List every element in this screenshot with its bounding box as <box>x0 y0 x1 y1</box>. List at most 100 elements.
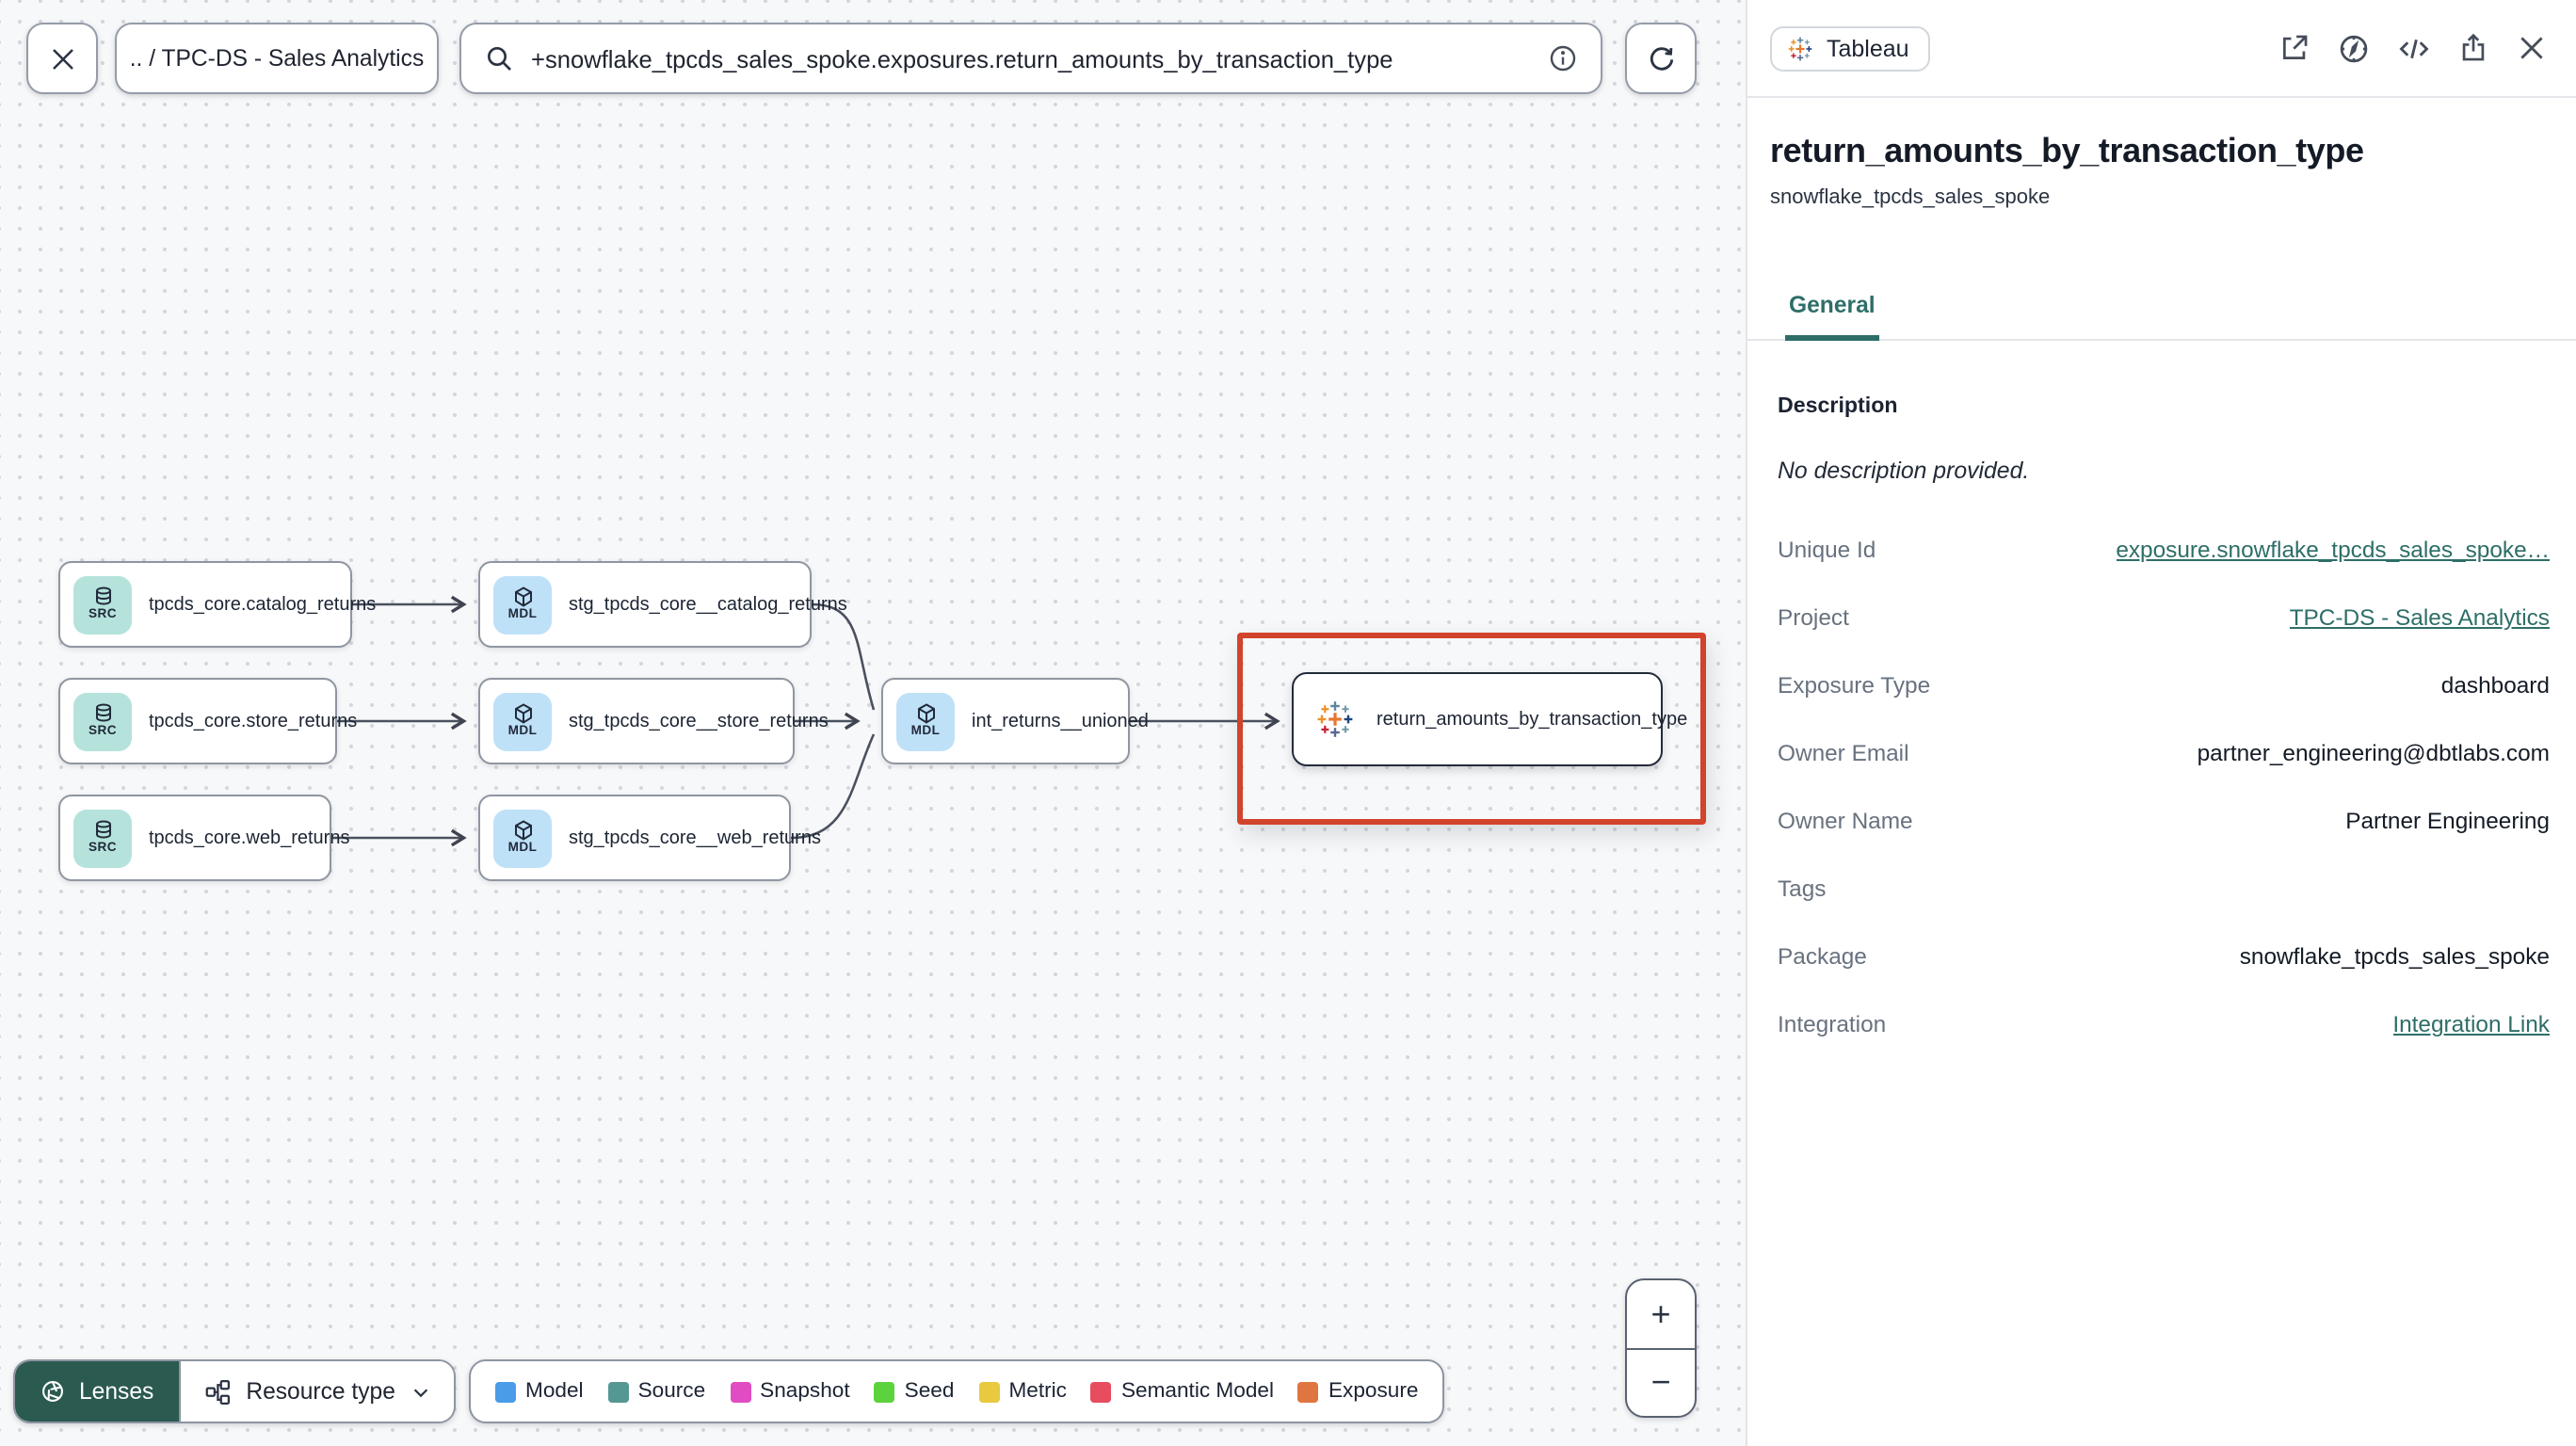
source-badge: SRC <box>73 692 132 750</box>
field-row-project: Project TPC-DS - Sales Analytics <box>1778 604 2550 631</box>
cube-icon <box>917 703 934 724</box>
node-label: stg_tpcds_core__catalog_returns <box>569 594 847 615</box>
database-icon <box>95 586 110 605</box>
field-row-exposure-type: Exposure Type dashboard <box>1778 672 2550 699</box>
cube-icon <box>514 703 531 724</box>
zoom-in-button[interactable]: + <box>1627 1280 1695 1347</box>
refresh-icon <box>1649 46 1673 70</box>
node-label: tpcds_core.catalog_returns <box>149 594 377 615</box>
resource-title: return_amounts_by_transaction_type <box>1770 132 2364 169</box>
lineage-search[interactable] <box>459 23 1602 94</box>
source-swatch <box>607 1381 629 1402</box>
database-icon <box>95 820 110 839</box>
node-label: return_amounts_by_transaction_type <box>1377 709 1688 730</box>
legend-item-seed: Seed <box>874 1380 954 1403</box>
graph-node-src-catalog-returns[interactable]: SRC tpcds_core.catalog_returns <box>58 561 376 648</box>
graph-node-src-store-returns[interactable]: SRC tpcds_core.store_returns <box>58 678 357 764</box>
tableau-logo-icon <box>1317 701 1353 737</box>
field-row-owner-email: Owner Email partner_engineering@dbtlabs.… <box>1778 740 2550 766</box>
legend-item-source: Source <box>607 1380 705 1403</box>
integration-link[interactable]: Integration Link <box>2392 1011 2550 1037</box>
graph-node-exposure-return-amounts[interactable]: return_amounts_by_transaction_type <box>1292 672 1687 766</box>
semantic-model-swatch <box>1090 1381 1112 1402</box>
database-icon <box>95 703 110 722</box>
cube-icon <box>514 586 531 607</box>
owner-name-value: Partner Engineering <box>2345 808 2550 834</box>
close-panel-icon[interactable] <box>2516 32 2548 64</box>
resource-type-legend: Model Source Snapshot Seed Metric Semant… <box>469 1359 1445 1423</box>
model-badge: MDL <box>493 575 552 634</box>
source-badge: SRC <box>73 809 132 867</box>
legend-item-metric: Metric <box>978 1380 1067 1403</box>
chevron-down-icon <box>413 1388 428 1397</box>
close-icon <box>52 48 72 69</box>
node-label: int_returns__unioned <box>972 711 1149 731</box>
node-label: stg_tpcds_core__web_returns <box>569 827 821 848</box>
zoom-in-icon: + <box>1650 1294 1671 1333</box>
model-badge: MDL <box>493 809 552 867</box>
graph-node-stg-catalog-returns[interactable]: MDL stg_tpcds_core__catalog_returns <box>478 561 847 648</box>
node-label: stg_tpcds_core__store_returns <box>569 711 829 731</box>
lenses-bar: Lenses Resource type <box>13 1359 456 1423</box>
panel-body: Description No description provided. Uni… <box>1747 394 2576 1058</box>
field-row-package: Package snowflake_tpcds_sales_spoke <box>1778 943 2550 970</box>
owner-email-value: partner_engineering@dbtlabs.com <box>2197 740 2550 766</box>
details-panel-header: Tableau <box>1747 0 2576 98</box>
zoom-controls: + − <box>1625 1278 1697 1418</box>
node-label: tpcds_core.store_returns <box>149 711 358 731</box>
panel-actions <box>2278 31 2548 65</box>
details-panel: Tableau return_amounts_by_transaction_ty… <box>1746 0 2576 1446</box>
legend-item-exposure: Exposure <box>1297 1380 1418 1403</box>
tab-general[interactable]: General <box>1785 284 1879 341</box>
lenses-icon <box>42 1381 63 1402</box>
node-label: tpcds_core.web_returns <box>149 827 350 848</box>
package-value: snowflake_tpcds_sales_spoke <box>2239 943 2550 970</box>
tableau-logo-icon <box>1788 36 1812 60</box>
code-icon[interactable] <box>2397 31 2431 65</box>
graph-node-src-web-returns[interactable]: SRC tpcds_core.web_returns <box>58 795 349 881</box>
lineage-canvas[interactable]: SRC tpcds_core.catalog_returns MDL stg_t… <box>0 0 1746 1446</box>
field-row-tags: Tags <box>1778 876 1827 902</box>
exposure-type-value: dashboard <box>2440 672 2550 699</box>
resource-package-subtitle: snowflake_tpcds_sales_spoke <box>1770 186 2051 209</box>
search-icon <box>488 47 511 71</box>
graph-node-stg-store-returns[interactable]: MDL stg_tpcds_core__store_returns <box>478 678 829 764</box>
field-row-integration: Integration Integration Link <box>1778 1011 2550 1037</box>
graph-node-int-returns-unioned[interactable]: MDL int_returns__unioned <box>881 678 1149 764</box>
explore-compass-icon[interactable] <box>2337 31 2371 65</box>
legend-item-semantic-model: Semantic Model <box>1090 1380 1274 1403</box>
unique-id-link[interactable]: exposure.snowflake_tpcds_sales_spoke… <box>2116 537 2550 563</box>
lenses-button[interactable]: Lenses <box>15 1361 179 1422</box>
resource-type-dropdown[interactable]: Resource type <box>178 1361 454 1422</box>
search-input[interactable] <box>531 44 1531 72</box>
legend-item-snapshot: Snapshot <box>730 1380 850 1403</box>
project-link[interactable]: TPC-DS - Sales Analytics <box>2290 604 2550 631</box>
breadcrumb-label: .. / TPC-DS - Sales Analytics <box>129 45 425 72</box>
lenses-label: Lenses <box>79 1378 154 1405</box>
share-icon[interactable] <box>2457 32 2489 64</box>
zoom-out-button[interactable]: − <box>1627 1347 1695 1416</box>
detail-rows: Unique Id exposure.snowflake_tpcds_sales… <box>1778 516 2550 1058</box>
graph-node-stg-web-returns[interactable]: MDL stg_tpcds_core__web_returns <box>478 795 821 881</box>
model-swatch <box>495 1381 516 1402</box>
model-badge: MDL <box>896 692 955 750</box>
open-in-new-icon[interactable] <box>2278 32 2310 64</box>
breadcrumb[interactable]: .. / TPC-DS - Sales Analytics <box>115 23 439 94</box>
close-lineage-button[interactable] <box>26 23 98 94</box>
field-row-unique-id: Unique Id exposure.snowflake_tpcds_sales… <box>1778 537 2550 563</box>
zoom-out-icon: − <box>1650 1363 1671 1402</box>
integration-badge: Tableau <box>1770 25 1930 71</box>
exposure-swatch <box>1297 1381 1319 1402</box>
model-badge: MDL <box>493 692 552 750</box>
refresh-lineage-button[interactable] <box>1625 23 1697 94</box>
resource-type-icon <box>204 1379 230 1404</box>
metric-swatch <box>978 1381 1000 1402</box>
integration-badge-label: Tableau <box>1827 35 1909 61</box>
field-row-owner-name: Owner Name Partner Engineering <box>1778 808 2550 834</box>
seed-swatch <box>874 1381 895 1402</box>
resource-type-label: Resource type <box>246 1378 395 1405</box>
legend-item-model: Model <box>495 1380 584 1403</box>
panel-tabs: General <box>1747 284 2576 341</box>
cube-icon <box>514 820 531 841</box>
info-icon[interactable] <box>1548 43 1578 73</box>
